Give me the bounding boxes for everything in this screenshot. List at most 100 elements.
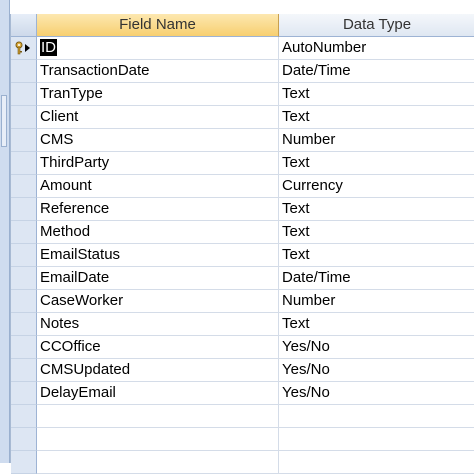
data-type-cell[interactable]: AutoNumber — [279, 37, 474, 60]
table-row[interactable] — [11, 428, 474, 451]
data-type-text: Text — [282, 154, 310, 171]
data-type-cell[interactable]: Text — [279, 152, 474, 175]
field-name-text: CMS — [40, 131, 74, 148]
table-row[interactable]: CMSUpdated Yes/No — [11, 359, 474, 382]
data-type-cell[interactable]: Yes/No — [279, 359, 474, 382]
field-name-cell[interactable]: ThirdParty — [37, 152, 279, 175]
field-name-cell[interactable]: ID — [37, 37, 279, 60]
data-type-cell[interactable]: Text — [279, 83, 474, 106]
row-selector[interactable] — [11, 83, 37, 106]
field-name-text: EmailDate — [40, 269, 110, 286]
data-type-text: Text — [282, 246, 310, 263]
row-selector[interactable] — [11, 336, 37, 359]
data-type-cell[interactable]: Yes/No — [279, 382, 474, 405]
select-all-corner[interactable] — [11, 14, 37, 37]
field-name-cell[interactable]: CCOffice — [37, 336, 279, 359]
grid-header: Field Name Data Type — [11, 14, 474, 37]
table-row[interactable]: CaseWorker Number — [11, 290, 474, 313]
data-type-text: Yes/No — [282, 384, 330, 401]
data-type-cell[interactable]: Text — [279, 313, 474, 336]
field-name-cell[interactable]: TransactionDate — [37, 60, 279, 83]
table-row[interactable]: Reference Text — [11, 198, 474, 221]
row-selector[interactable] — [11, 290, 37, 313]
field-name-cell[interactable]: Notes — [37, 313, 279, 336]
row-selector[interactable] — [11, 313, 37, 336]
table-row[interactable]: EmailDate Date/Time — [11, 267, 474, 290]
row-selector[interactable] — [11, 106, 37, 129]
field-name-cell[interactable] — [37, 428, 279, 451]
field-name-cell[interactable]: CMSUpdated — [37, 359, 279, 382]
row-selector[interactable] — [11, 37, 37, 60]
data-type-cell[interactable] — [279, 405, 474, 428]
left-navigation-edge — [0, 0, 10, 463]
table-row[interactable]: EmailStatus Text — [11, 244, 474, 267]
field-name-cell[interactable] — [37, 405, 279, 428]
field-name-cell[interactable]: EmailDate — [37, 267, 279, 290]
field-name-cell[interactable]: CaseWorker — [37, 290, 279, 313]
field-name-text: TransactionDate — [40, 62, 150, 79]
data-type-cell[interactable]: Currency — [279, 175, 474, 198]
row-selector[interactable] — [11, 175, 37, 198]
data-type-cell[interactable]: Text — [279, 106, 474, 129]
data-type-text: Yes/No — [282, 361, 330, 378]
data-type-text: Date/Time — [282, 62, 351, 79]
row-selector[interactable] — [11, 267, 37, 290]
field-name-text: ID — [40, 39, 57, 56]
table-design-grid: Field Name Data Type ID AutoNumber Transac… — [10, 14, 474, 474]
data-type-text: AutoNumber — [282, 39, 367, 56]
row-selector[interactable] — [11, 198, 37, 221]
field-name-cell[interactable]: Amount — [37, 175, 279, 198]
table-row[interactable]: Method Text — [11, 221, 474, 244]
data-type-cell[interactable]: Text — [279, 221, 474, 244]
column-header-data-type[interactable]: Data Type — [279, 14, 474, 37]
row-selector[interactable] — [11, 60, 37, 83]
field-name-cell[interactable]: EmailStatus — [37, 244, 279, 267]
data-type-cell[interactable] — [279, 428, 474, 451]
field-name-text: Reference — [40, 200, 110, 217]
field-name-text: Amount — [40, 177, 92, 194]
data-type-cell[interactable]: Date/Time — [279, 267, 474, 290]
field-name-cell[interactable]: Method — [37, 221, 279, 244]
table-row[interactable]: Client Text — [11, 106, 474, 129]
data-type-cell[interactable]: Yes/No — [279, 336, 474, 359]
table-row[interactable]: Notes Text — [11, 313, 474, 336]
field-name-cell[interactable]: DelayEmail — [37, 382, 279, 405]
field-name-text: CaseWorker — [40, 292, 124, 309]
table-row[interactable] — [11, 405, 474, 428]
table-row[interactable]: Amount Currency — [11, 175, 474, 198]
row-selector[interactable] — [11, 152, 37, 175]
field-name-cell[interactable]: Reference — [37, 198, 279, 221]
row-selector[interactable] — [11, 244, 37, 267]
data-type-cell[interactable]: Date/Time — [279, 60, 474, 83]
row-selector[interactable] — [11, 129, 37, 152]
field-name-text: CCOffice — [40, 338, 101, 355]
table-row[interactable]: ID AutoNumber — [11, 37, 474, 60]
data-type-cell[interactable]: Number — [279, 129, 474, 152]
row-selector[interactable] — [11, 382, 37, 405]
table-row[interactable]: TransactionDate Date/Time — [11, 60, 474, 83]
field-name-text: Notes — [40, 315, 80, 332]
data-type-text: Text — [282, 223, 310, 240]
table-row[interactable]: TranType Text — [11, 83, 474, 106]
table-row[interactable]: CCOffice Yes/No — [11, 336, 474, 359]
field-name-text: CMSUpdated — [40, 361, 131, 378]
table-row[interactable]: DelayEmail Yes/No — [11, 382, 474, 405]
row-selector[interactable] — [11, 405, 37, 428]
column-header-field-name[interactable]: Field Name — [37, 14, 279, 37]
field-name-cell[interactable]: CMS — [37, 129, 279, 152]
data-type-cell[interactable]: Text — [279, 244, 474, 267]
row-selector[interactable] — [11, 221, 37, 244]
table-row[interactable]: ThirdParty Text — [11, 152, 474, 175]
data-type-text: Text — [282, 85, 310, 102]
field-name-text: TranType — [40, 85, 103, 102]
navigation-pane-handle[interactable] — [1, 95, 7, 147]
field-name-cell[interactable]: Client — [37, 106, 279, 129]
data-type-text: Text — [282, 108, 310, 125]
row-selector[interactable] — [11, 428, 37, 451]
table-row[interactable]: CMS Number — [11, 129, 474, 152]
data-type-cell[interactable]: Text — [279, 198, 474, 221]
data-type-cell[interactable]: Number — [279, 290, 474, 313]
field-name-text: Client — [40, 108, 79, 125]
field-name-cell[interactable]: TranType — [37, 83, 279, 106]
row-selector[interactable] — [11, 359, 37, 382]
